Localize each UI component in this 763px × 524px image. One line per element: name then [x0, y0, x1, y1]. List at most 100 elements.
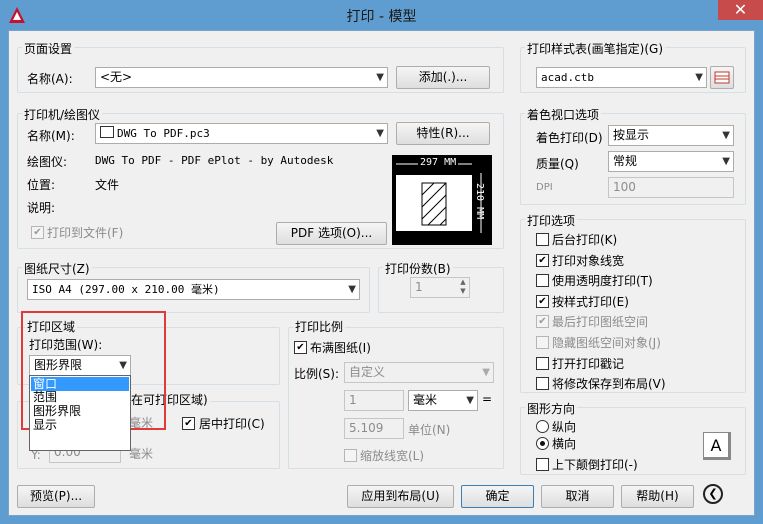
plot-option-label: 将修改保存到布局(V)	[552, 377, 666, 391]
plot-style-title: 打印样式表(画笔指定)(G)	[525, 40, 666, 57]
copies-spinner[interactable]: ▲ ▼	[457, 278, 469, 297]
plotter-value: DWG To PDF - PDF ePlot - by Autodesk	[95, 154, 334, 167]
plot-option-checkbox[interactable]: ✔	[536, 315, 549, 328]
printer-name-value: DWG To PDF.pc3	[117, 127, 210, 140]
dpi-input[interactable]: 100	[608, 177, 734, 198]
paper-size-select[interactable]: ISO A4 (297.00 x 210.00 毫米) ▼	[27, 279, 360, 300]
dpi-value: 100	[613, 180, 636, 194]
paper-size-title: 图纸尺寸(Z)	[22, 260, 92, 277]
window-title: 打印 - 模型	[346, 9, 417, 25]
plot-option-checkbox[interactable]: ✔	[536, 295, 549, 308]
dropdown-option-display[interactable]: 显示	[31, 418, 129, 432]
upside-down-checkbox[interactable]	[536, 458, 549, 471]
preview-button[interactable]: 预览(P)...	[17, 485, 95, 508]
copies-value: 1	[415, 280, 423, 294]
scale-select[interactable]: 自定义 ▼	[344, 362, 494, 383]
scale-value2-input[interactable]: 5.109	[344, 418, 404, 439]
title-bar: 打印 - 模型 ✕	[0, 0, 763, 30]
chevron-down-icon: ▼	[482, 367, 490, 378]
scale-value2: 5.109	[349, 421, 384, 435]
paper-size-value: ISO A4 (297.00 x 210.00 毫米)	[32, 283, 220, 296]
plotter-label: 绘图仪:	[27, 155, 68, 169]
shade-plot-select[interactable]: 按显示 ▼	[608, 125, 734, 146]
ok-button[interactable]: 确定	[461, 485, 534, 508]
plot-option-checkbox[interactable]	[536, 274, 549, 287]
plot-option-label: 后台打印(K)	[552, 233, 618, 247]
scale-value1-input[interactable]: 1	[344, 390, 404, 411]
plot-option-checkbox[interactable]	[536, 357, 549, 370]
plot-style-value: acad.ctb	[541, 71, 594, 84]
scale-lineweights-checkbox[interactable]	[344, 449, 357, 462]
dpi-label: DPI	[536, 182, 553, 193]
scale-value: 自定义	[349, 365, 386, 379]
portrait-radio[interactable]	[536, 420, 549, 433]
print-to-file-checkbox[interactable]: ✔	[31, 226, 44, 239]
preview-width-label: 297 MM	[418, 157, 459, 168]
landscape-label: 横向	[552, 437, 577, 451]
dropdown-option-limits[interactable]: 图形界限	[31, 404, 129, 418]
plot-option-label: 打开打印戳记	[552, 357, 625, 371]
scale-lineweights-label: 缩放线宽(L)	[360, 449, 425, 463]
center-plot-checkbox[interactable]: ✔	[182, 417, 195, 430]
quality-value: 常规	[613, 154, 638, 168]
paper-preview: 297 MM 210 MM	[392, 155, 492, 245]
center-plot-label: 居中打印(C)	[199, 417, 265, 431]
plot-options-title: 打印选项	[525, 212, 578, 229]
dropdown-option-extents[interactable]: 范围	[31, 390, 129, 404]
preview-height-label: 210 MM	[474, 183, 485, 220]
plot-scale-title: 打印比例	[293, 318, 346, 335]
page-setup-name-select[interactable]: <无> ▼	[95, 67, 388, 88]
chevron-down-icon: ▼	[466, 395, 474, 406]
page-setup-title: 页面设置	[22, 40, 75, 57]
plot-option-label: 打印对象线宽	[552, 254, 625, 268]
printer-name-select[interactable]: DWG To PDF.pc3 ▼	[95, 123, 388, 144]
close-button[interactable]: ✕	[718, 0, 763, 20]
edit-plot-style-button[interactable]	[710, 66, 734, 89]
pdf-options-button[interactable]: PDF 选项(O)...	[276, 222, 387, 245]
location-label: 位置:	[27, 178, 56, 192]
scale-equals: =	[482, 392, 493, 406]
plot-option-label: 使用透明度打印(T)	[552, 274, 653, 288]
chevron-down-icon: ▼	[695, 72, 703, 83]
chevron-down-icon: ▼	[376, 128, 384, 139]
plot-option-checkbox[interactable]	[536, 377, 549, 390]
scale-unit2-label: 单位(N)	[408, 423, 451, 437]
fit-to-paper-label: 布满图纸(I)	[310, 341, 371, 355]
chevron-down-icon: ▼	[722, 156, 730, 167]
plot-option-checkbox[interactable]	[536, 233, 549, 246]
plot-option-label: 隐藏图纸空间对象(J)	[552, 336, 661, 350]
orientation-preview-icon: A	[703, 432, 731, 460]
shaded-viewport-title: 着色视口选项	[525, 106, 602, 123]
chevron-down-icon: ▼	[722, 130, 730, 141]
chevron-down-icon: ▼	[376, 72, 384, 83]
plot-option-label: 按样式打印(E)	[552, 295, 629, 309]
printer-title: 打印机/绘图仪	[22, 106, 103, 123]
printer-name-label: 名称(M):	[27, 129, 75, 143]
plot-option-checkbox[interactable]	[536, 336, 549, 349]
plot-style-select[interactable]: acad.ctb ▼	[536, 67, 707, 88]
description-label: 说明:	[27, 201, 56, 215]
shade-plot-value: 按显示	[613, 128, 650, 142]
fit-to-paper-checkbox[interactable]: ✔	[294, 341, 307, 354]
quality-select[interactable]: 常规 ▼	[608, 151, 734, 172]
offset-y-unit: 毫米	[129, 447, 154, 461]
table-edit-icon	[714, 71, 730, 84]
page-setup-name-label: 名称(A):	[27, 72, 73, 86]
apply-to-layout-button[interactable]: 应用到布局(U)	[347, 485, 454, 508]
landscape-radio[interactable]	[536, 437, 549, 450]
page-setup-name-value: <无>	[100, 70, 133, 84]
portrait-label: 纵向	[552, 420, 577, 434]
shade-plot-label: 着色打印(D)	[536, 131, 603, 145]
dropdown-option-window[interactable]: 窗口	[31, 377, 129, 391]
add-page-setup-button[interactable]: 添加(.)...	[396, 66, 490, 89]
dialog-client-area: 页面设置 名称(A): <无> ▼ 添加(.)... 打印机/绘图仪 名称(M)…	[8, 30, 755, 516]
help-button[interactable]: 帮助(H)	[621, 485, 694, 508]
plotter-icon	[100, 126, 114, 138]
scale-unit-select[interactable]: 毫米 ▼	[408, 390, 478, 411]
print-to-file-label: 打印到文件(F)	[47, 226, 124, 240]
location-value: 文件	[95, 178, 120, 192]
cancel-button[interactable]: 取消	[541, 485, 614, 508]
more-options-icon[interactable]: ❮	[703, 484, 723, 504]
properties-button[interactable]: 特性(R)...	[396, 122, 490, 145]
plot-option-checkbox[interactable]: ✔	[536, 254, 549, 267]
